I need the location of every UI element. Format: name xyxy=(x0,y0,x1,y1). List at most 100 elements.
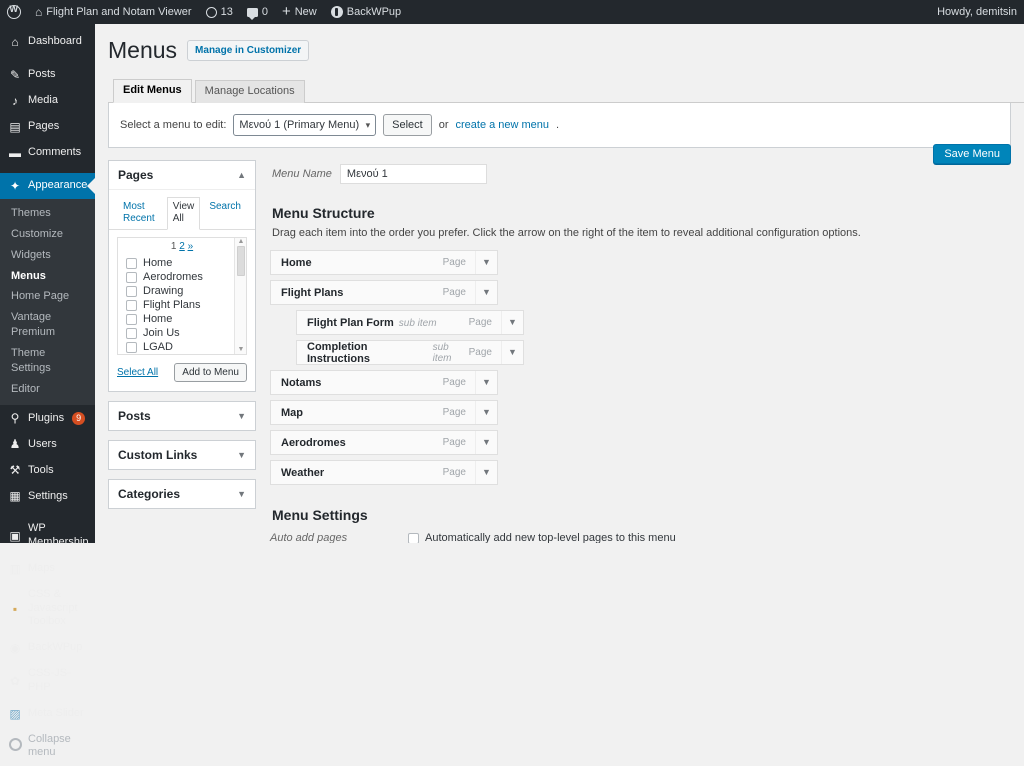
save-menu-button[interactable]: Save Menu xyxy=(933,144,1011,164)
sidebar-item-backwpup[interactable]: ◉ BackWPup xyxy=(0,635,95,661)
menu-item[interactable]: Flight Plan Form sub item Page ▼ xyxy=(296,310,524,335)
menu-select-bar: Select a menu to edit: Μενού 1 (Primary … xyxy=(108,103,1011,148)
menu-item[interactable]: Map Page ▼ xyxy=(270,400,498,425)
collapse-menu-button[interactable]: Collapse menu xyxy=(0,727,95,766)
select-all-link[interactable]: Select All xyxy=(117,367,158,378)
tab-edit-menus[interactable]: Edit Menus xyxy=(113,78,192,103)
page-checkbox[interactable] xyxy=(126,327,137,339)
add-to-menu-button[interactable]: Add to Menu xyxy=(174,363,247,382)
submenu-item-home-page[interactable]: Home Page xyxy=(0,286,95,307)
tab-view-all[interactable]: View All xyxy=(166,197,201,230)
checklist-scrollbar[interactable]: ▲ ▼ xyxy=(234,238,246,354)
posts-postbox-header[interactable]: Posts ▼ xyxy=(109,402,255,430)
sidebar-item-tools[interactable]: ⚒ Tools xyxy=(0,457,95,483)
sidebar-item-posts[interactable]: ✎ Posts xyxy=(0,62,95,88)
comments-link[interactable]: 0 xyxy=(240,0,275,24)
sidebar-item-label: Settings xyxy=(28,489,68,502)
chevron-down-icon[interactable]: ▼ xyxy=(501,341,523,364)
tab-most-recent[interactable]: Most Recent xyxy=(117,197,164,230)
list-item[interactable]: Flight Plans xyxy=(118,298,246,312)
menu-item-type: Page xyxy=(442,257,466,268)
page-checkbox[interactable] xyxy=(126,313,137,325)
site-name-link[interactable]: ⌂ Flight Plan and Notam Viewer xyxy=(28,0,199,24)
submenu-item-widgets[interactable]: Widgets xyxy=(0,245,95,266)
chevron-up-icon[interactable]: ▲ xyxy=(237,170,246,180)
select-menu-button[interactable]: Select xyxy=(383,114,432,136)
auto-add-pages-checkbox[interactable] xyxy=(408,532,419,543)
sidebar-separator xyxy=(0,166,95,173)
page-checkbox[interactable] xyxy=(126,271,137,283)
page-checkbox[interactable] xyxy=(126,257,137,269)
submenu-item-theme-settings[interactable]: Theme Settings xyxy=(0,343,95,379)
page-checkbox[interactable] xyxy=(126,341,137,353)
submenu-item-customize[interactable]: Customize xyxy=(0,224,95,245)
chevron-down-icon[interactable]: ▼ xyxy=(475,401,497,424)
menu-item-title: Completion Instructions xyxy=(307,340,370,365)
create-new-menu-link[interactable]: create a new menu xyxy=(455,119,549,131)
chevron-down-icon[interactable]: ▼ xyxy=(237,450,246,460)
submenu-item-vantage-premium[interactable]: Vantage Premium xyxy=(0,307,95,343)
pages-postbox-header[interactable]: Pages ▲ xyxy=(109,161,255,190)
new-content-menu[interactable]: + New xyxy=(275,0,324,24)
tab-manage-locations[interactable]: Manage Locations xyxy=(194,79,305,103)
sidebar-item-css-javascript-toolbox[interactable]: ▪ CSS & Javascript Toolbox xyxy=(0,582,95,635)
chevron-down-icon[interactable]: ▼ xyxy=(475,251,497,274)
scrollbar-thumb[interactable] xyxy=(237,246,245,276)
chevron-down-icon[interactable]: ▼ xyxy=(475,371,497,394)
menu-item[interactable]: Home Page ▼ xyxy=(270,250,498,275)
backwpup-adminbar-link[interactable]: BackWPup xyxy=(324,0,408,24)
list-item[interactable]: Aerodromes xyxy=(118,270,246,284)
sidebar-item-dashboard[interactable]: ⌂ Dashboard xyxy=(0,29,95,55)
page-checkbox[interactable] xyxy=(126,285,137,297)
menu-item[interactable]: Notams Page ▼ xyxy=(270,370,498,395)
menu-item[interactable]: Completion Instructions sub item Page ▼ xyxy=(296,340,524,365)
list-item[interactable]: LGAD xyxy=(118,340,246,354)
sidebar-item-meta-slider[interactable]: ▨ Meta Slider xyxy=(0,701,95,727)
sidebar-item-wp-membership[interactable]: ▣ WP Membership xyxy=(0,516,95,556)
categories-postbox-header[interactable]: Categories ▼ xyxy=(109,480,255,508)
chevron-down-icon[interactable]: ▼ xyxy=(237,411,246,421)
submenu-item-themes[interactable]: Themes xyxy=(0,203,95,224)
sidebar-item-media[interactable]: ♪ Media xyxy=(0,88,95,114)
sidebar-item-users[interactable]: ♟ Users xyxy=(0,431,95,457)
scroll-up-icon[interactable]: ▲ xyxy=(238,238,245,245)
menu-name-input[interactable] xyxy=(339,164,487,184)
sidebar-item-appearance[interactable]: ✦ Appearance xyxy=(0,173,95,199)
chevron-down-icon[interactable]: ▼ xyxy=(475,281,497,304)
tab-search[interactable]: Search xyxy=(203,197,247,230)
scroll-down-icon[interactable]: ▼ xyxy=(238,346,245,353)
menu-settings-section: Menu Settings Auto add pages Automatical… xyxy=(270,507,1011,543)
chevron-down-icon[interactable]: ▼ xyxy=(475,461,497,484)
sidebar-item-settings[interactable]: ▦ Settings xyxy=(0,483,95,509)
next-page-link[interactable]: » xyxy=(188,241,194,252)
menu-item[interactable]: Aerodromes Page ▼ xyxy=(270,430,498,455)
wp-logo-menu[interactable] xyxy=(0,0,28,24)
manage-in-customizer-button[interactable]: Manage in Customizer xyxy=(187,40,310,61)
sidebar-item-comments[interactable]: ▬ Comments xyxy=(0,140,95,166)
sidebar-item-label: CSS & Javascript Toolbox xyxy=(28,587,78,628)
sidebar-item-pages[interactable]: ▤ Pages xyxy=(0,114,95,140)
list-item[interactable]: Join Us xyxy=(118,326,246,340)
sidebar-item-plugins[interactable]: ⚲ Plugins 9 xyxy=(0,405,95,431)
list-item[interactable]: Home xyxy=(118,256,246,270)
chevron-down-icon[interactable]: ▼ xyxy=(501,311,523,334)
updates-link[interactable]: 13 xyxy=(199,0,240,24)
page-number-2[interactable]: 2 xyxy=(179,241,185,252)
menu-select-dropdown[interactable]: Μενού 1 (Primary Menu) xyxy=(233,114,377,136)
sidebar-item-label: BackWPup xyxy=(28,641,83,654)
submenu-item-menus[interactable]: Menus xyxy=(0,266,95,287)
chevron-down-icon[interactable]: ▼ xyxy=(475,431,497,454)
page-checkbox[interactable] xyxy=(126,299,137,311)
sidebar-item-maps[interactable]: ▥ Maps xyxy=(0,556,95,582)
list-item[interactable]: Home xyxy=(118,312,246,326)
list-item[interactable]: Drawing xyxy=(118,284,246,298)
auto-add-pages-control[interactable]: Automatically add new top-level pages to… xyxy=(408,532,676,543)
menu-item[interactable]: Flight Plans Page ▼ xyxy=(270,280,498,305)
menu-item[interactable]: Weather Page ▼ xyxy=(270,460,498,485)
sidebar-item-css-js-php[interactable]: ✿ CSS-JS-PHP xyxy=(0,661,95,701)
submenu-item-editor[interactable]: Editor xyxy=(0,379,95,400)
chevron-down-icon[interactable]: ▼ xyxy=(237,489,246,499)
custom-links-postbox-header[interactable]: Custom Links ▼ xyxy=(109,441,255,469)
page-icon: ▤ xyxy=(9,120,21,134)
account-menu[interactable]: Howdy, demitsin xyxy=(930,0,1024,24)
